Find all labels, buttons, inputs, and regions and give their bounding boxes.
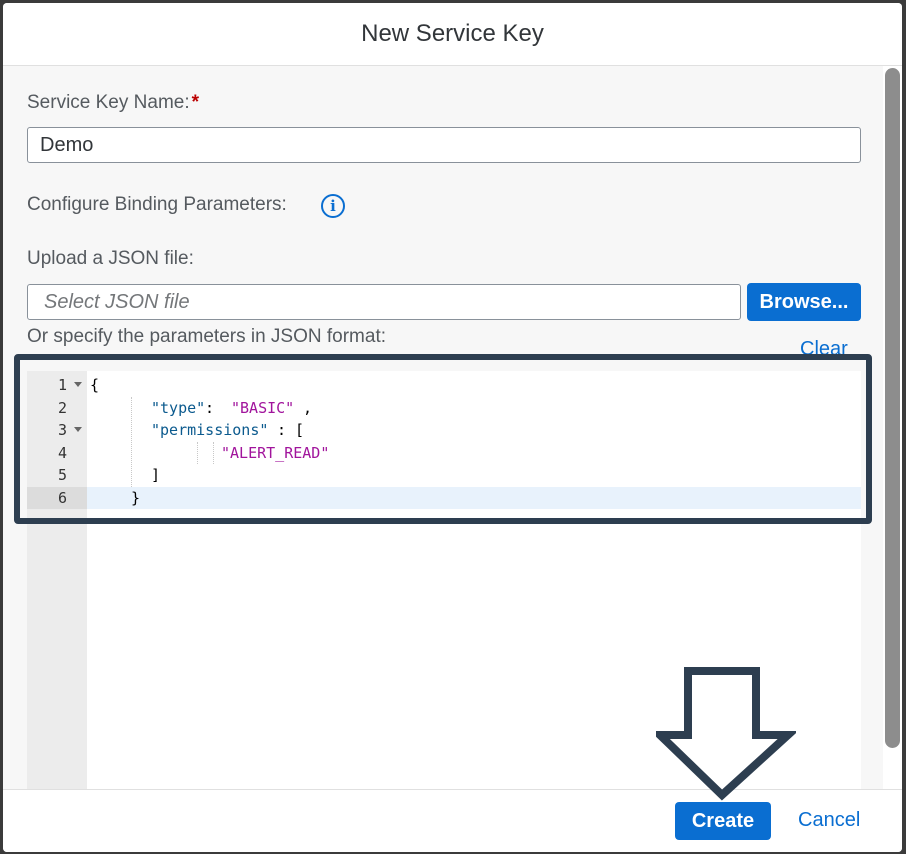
dialog-title: New Service Key [361,20,544,47]
binding-parameters-label: Configure Binding Parameters: [27,194,287,215]
annotation-highlight-box [14,354,872,524]
json-file-input[interactable]: Select JSON file [27,284,741,320]
cancel-button[interactable]: Cancel [798,809,860,832]
service-key-name-input[interactable]: Demo [27,127,861,163]
required-marker: * [191,92,200,113]
scrollbar-thumb[interactable] [885,68,900,748]
create-button[interactable]: Create [675,802,771,840]
upload-json-label: Upload a JSON file: [27,248,194,269]
json-format-label: Or specify the parameters in JSON format… [27,326,387,347]
scrollbar[interactable] [883,66,902,790]
info-icon[interactable]: i [321,194,345,218]
browse-button[interactable]: Browse... [747,283,861,321]
service-key-name-label: Service Key Name: * [27,92,200,113]
dialog-header: New Service Key [3,3,902,66]
down-arrow-icon [656,667,796,801]
